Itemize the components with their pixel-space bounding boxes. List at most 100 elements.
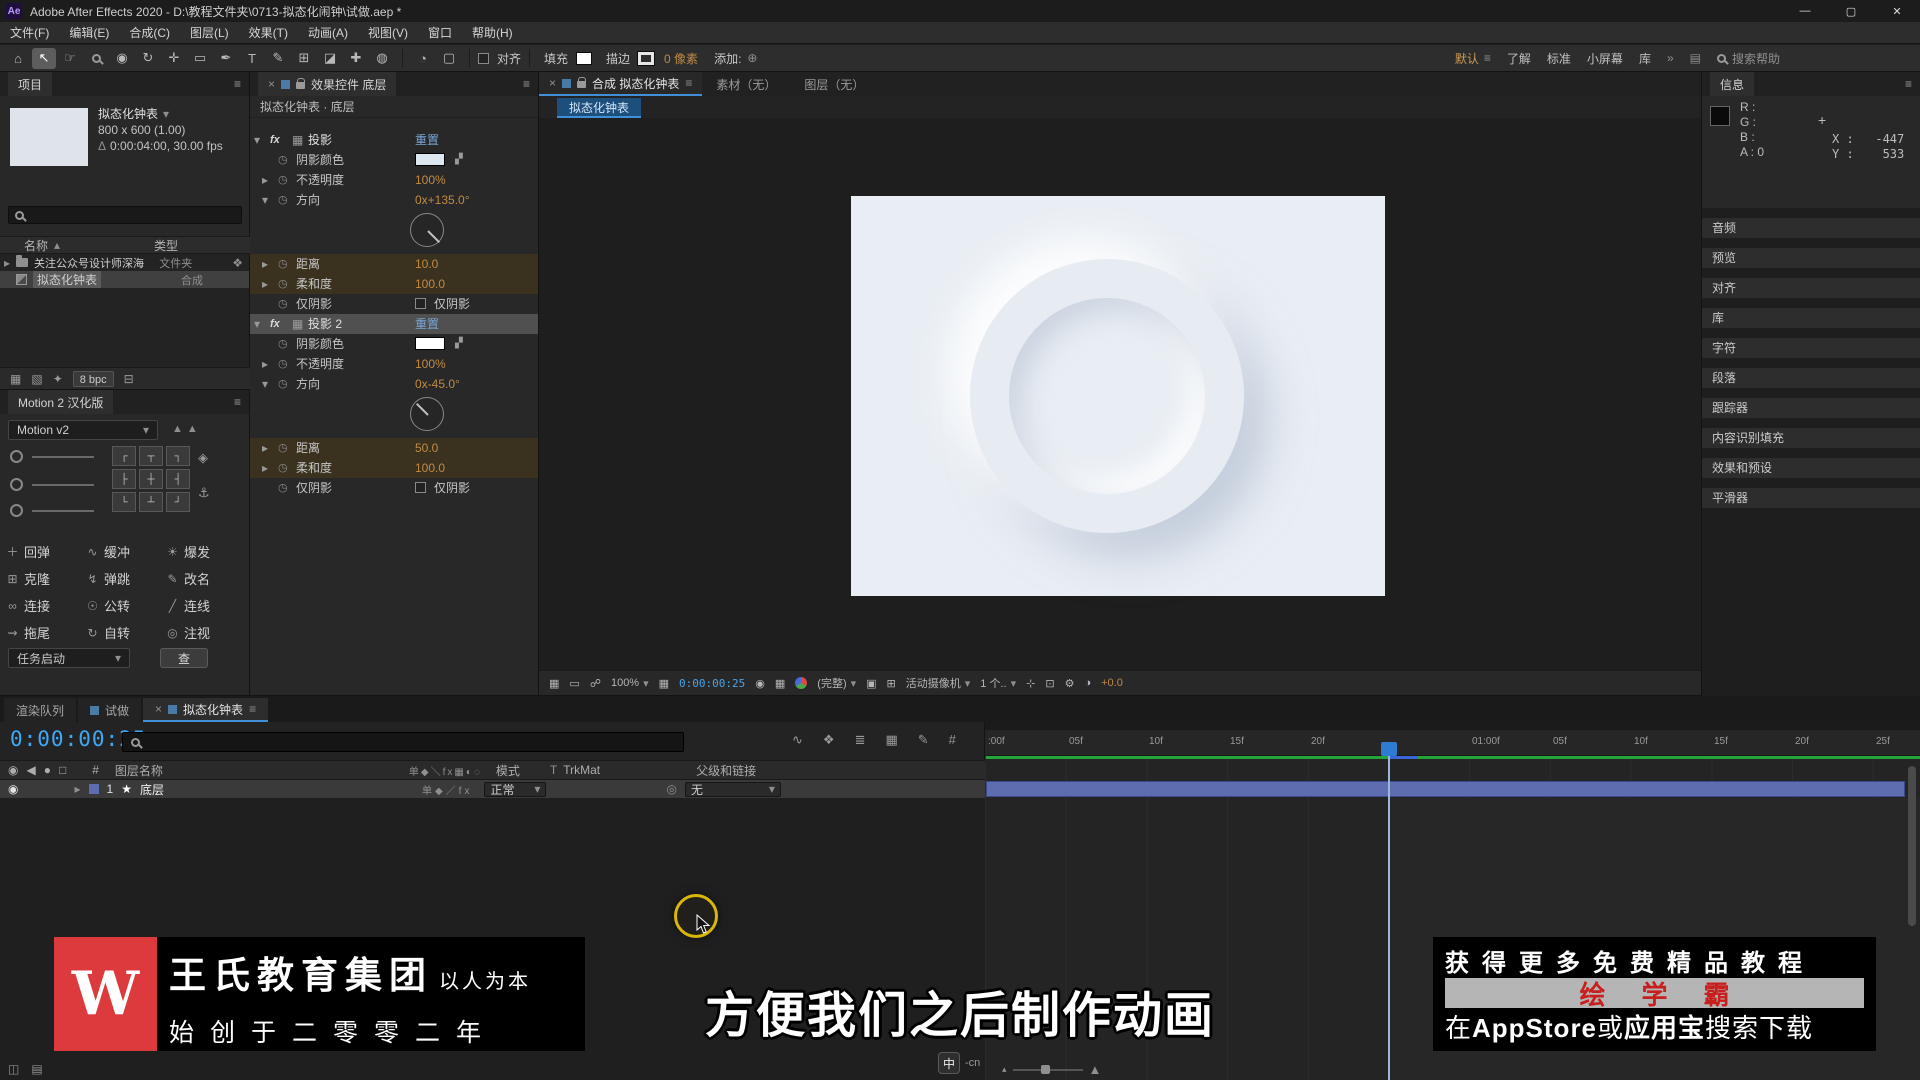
brush-tool-icon[interactable]: ✎ bbox=[266, 48, 290, 69]
twirl-icon[interactable]: ▾ bbox=[262, 190, 268, 210]
twirl-icon[interactable]: ▸ bbox=[262, 170, 268, 190]
add-icon[interactable]: ⊕ bbox=[747, 51, 757, 65]
direction-value[interactable]: 0x-45.0° bbox=[415, 374, 460, 394]
layer-tab[interactable]: 图层（无） bbox=[790, 72, 878, 96]
anchor-icon[interactable]: ⚓ bbox=[198, 485, 210, 501]
anchor-top-right-button[interactable]: ┐ bbox=[166, 446, 190, 466]
stopwatch-icon[interactable]: ◷ bbox=[278, 478, 288, 498]
work-area-marker[interactable] bbox=[1390, 756, 1418, 759]
panel-tab-smoother[interactable]: 平滑器 bbox=[1702, 488, 1920, 508]
column-type[interactable]: 类型 bbox=[154, 237, 178, 254]
shadow-only-checkbox[interactable] bbox=[415, 298, 426, 309]
delete-icon[interactable]: ⊟ bbox=[124, 372, 134, 386]
twirl-icon[interactable]: ▸ bbox=[262, 274, 268, 294]
mini-flowchart-icon[interactable]: ∿ bbox=[792, 732, 803, 748]
zoom-slider-handle[interactable] bbox=[1040, 1064, 1050, 1074]
slider-track[interactable] bbox=[32, 510, 94, 512]
motion-go-button[interactable]: 查 bbox=[160, 648, 208, 668]
motion-button-line[interactable]: ╱ 连线 bbox=[166, 592, 246, 619]
draft-3d-icon[interactable]: ❖ bbox=[823, 732, 835, 748]
zoom-select[interactable]: 100% ▾ bbox=[611, 677, 649, 690]
stopwatch-icon[interactable]: ◷ bbox=[278, 254, 288, 274]
motion-button-jump[interactable]: ↯ 弹跳 bbox=[86, 565, 166, 592]
comp-tab-shido[interactable]: 试做 bbox=[78, 698, 142, 722]
composition-breadcrumb[interactable]: 拟态化钟表 bbox=[557, 98, 642, 118]
effect-header-drop-shadow-2[interactable]: ▾ fx ▦ 投影 2 重置 bbox=[250, 314, 538, 334]
panel-tab-audio[interactable]: 音频 bbox=[1702, 218, 1920, 238]
fx-badge-icon[interactable]: fx bbox=[270, 314, 280, 334]
slider-track[interactable] bbox=[32, 456, 94, 458]
zoom-in-mountain-icon[interactable]: ▲ bbox=[1089, 1062, 1102, 1077]
motion-button-bounce[interactable]: ＋回弹 bbox=[6, 538, 86, 565]
lock-icon[interactable] bbox=[577, 77, 587, 88]
twirl-icon[interactable]: ▾ bbox=[254, 314, 260, 334]
effect-controls-tab[interactable]: × 效果控件 底层 bbox=[258, 72, 397, 96]
twirl-icon[interactable]: ▸ bbox=[262, 254, 268, 274]
stroke-color-swatch[interactable] bbox=[637, 50, 656, 66]
motion-button-connect[interactable]: ∞ 连接 bbox=[6, 592, 86, 619]
motion-button-look-at[interactable]: ◎ 注视 bbox=[166, 619, 246, 646]
anchor-center-button[interactable]: ┼ bbox=[139, 469, 163, 489]
puppet-pin-tool-icon[interactable]: ✚ bbox=[344, 48, 368, 69]
graph-editor-icon[interactable]: # bbox=[949, 732, 956, 748]
item-name[interactable]: 关注公众号设计师深海 bbox=[34, 255, 144, 271]
motion-triangle-icons[interactable]: ▲▲ bbox=[172, 423, 202, 435]
pixel-aspect-icon[interactable]: ⊹ bbox=[1026, 677, 1035, 690]
panel-menu-icon[interactable]: ≡ bbox=[685, 76, 692, 90]
new-composition-icon[interactable]: ✦ bbox=[53, 372, 63, 386]
view-layout-select[interactable]: 1 个.. ▾ bbox=[980, 675, 1016, 691]
stopwatch-icon[interactable]: ◷ bbox=[278, 334, 288, 354]
shape-tool-icon[interactable]: ▭ bbox=[188, 48, 212, 69]
workspace-small-screen[interactable]: 小屏幕 bbox=[1587, 50, 1623, 67]
fill-color-swatch[interactable] bbox=[576, 51, 593, 65]
close-button[interactable]: ✕ bbox=[1874, 0, 1920, 22]
workspace-overflow-icon[interactable]: » bbox=[1667, 51, 1674, 65]
toggle-switches-icon[interactable]: ▤ bbox=[31, 1062, 42, 1076]
motion-panel-tab[interactable]: Motion 2 汉化版 bbox=[8, 390, 114, 414]
frame-blend-icon[interactable]: ▦ bbox=[885, 732, 897, 748]
exposure-icon[interactable]: ◑ bbox=[1084, 677, 1091, 689]
render-queue-tab[interactable]: 渲染队列 bbox=[4, 698, 77, 722]
trkmat-column[interactable]: TrkMat bbox=[563, 763, 600, 777]
item-name[interactable]: 拟态化钟表 bbox=[33, 271, 102, 288]
softness-value[interactable]: 100.0 bbox=[415, 274, 445, 294]
pan-behind-tool-icon[interactable]: ✛ bbox=[162, 48, 186, 69]
motion-button-ease[interactable]: ∿ 缓冲 bbox=[86, 538, 166, 565]
distance-value[interactable]: 10.0 bbox=[415, 254, 438, 274]
anchor-left-button[interactable]: ├ bbox=[112, 469, 136, 489]
eyedropper-icon[interactable]: ◈ bbox=[198, 450, 208, 466]
ime-indicator[interactable]: 中 -cn bbox=[938, 1052, 980, 1074]
motion-button-clone[interactable]: ⊞ 克隆 bbox=[6, 565, 86, 592]
show-snapshot-icon[interactable]: ▦ bbox=[775, 677, 785, 690]
lock-icon[interactable] bbox=[296, 78, 306, 89]
playhead-handle[interactable] bbox=[1381, 742, 1397, 756]
color-swatch[interactable] bbox=[415, 337, 445, 350]
reset-link[interactable]: 重置 bbox=[415, 130, 439, 150]
panel-tab-content-aware-fill[interactable]: 内容识别填充 bbox=[1702, 428, 1920, 448]
twirl-icon[interactable]: ▸ bbox=[74, 782, 80, 796]
reset-link[interactable]: 重置 bbox=[415, 314, 439, 334]
extra-tool-icon[interactable]: ▢ bbox=[437, 48, 461, 69]
camera-select[interactable]: 活动摄像机 ▾ bbox=[906, 675, 971, 691]
stopwatch-icon[interactable]: ◷ bbox=[278, 354, 288, 374]
info-panel-tab[interactable]: 信息 bbox=[1710, 72, 1755, 96]
type-tool-icon[interactable]: T bbox=[240, 48, 264, 69]
comp-tab-clock[interactable]: × 拟态化钟表 ≡ bbox=[143, 698, 269, 722]
layer-switches[interactable]: 单◆／fx bbox=[422, 782, 472, 797]
layer-color-chip[interactable] bbox=[88, 784, 99, 794]
project-row-comp[interactable]: 拟态化钟表 合成 bbox=[0, 271, 249, 288]
angle-dial[interactable] bbox=[410, 213, 444, 247]
interpret-footage-icon[interactable]: ▦ bbox=[10, 372, 21, 386]
clone-stamp-tool-icon[interactable]: ⊞ bbox=[292, 48, 316, 69]
maximize-button[interactable]: ▢ bbox=[1828, 0, 1874, 22]
workspace-learn[interactable]: 了解 bbox=[1507, 50, 1531, 67]
effect-header-drop-shadow[interactable]: ▾ fx ▦ 投影 重置 bbox=[250, 130, 538, 150]
stopwatch-icon[interactable]: ◷ bbox=[278, 374, 288, 394]
panel-tab-effects-presets[interactable]: 效果和预设 bbox=[1702, 458, 1920, 478]
menu-animation[interactable]: 动画(A) bbox=[298, 22, 358, 44]
stroke-width-value[interactable]: 0 像素 bbox=[664, 50, 698, 67]
slider-knob[interactable] bbox=[10, 504, 23, 517]
zoom-tool-icon[interactable] bbox=[84, 48, 108, 69]
workspace-standard[interactable]: 标准 bbox=[1547, 50, 1571, 67]
workspace-default[interactable]: 默认 bbox=[1455, 50, 1479, 67]
